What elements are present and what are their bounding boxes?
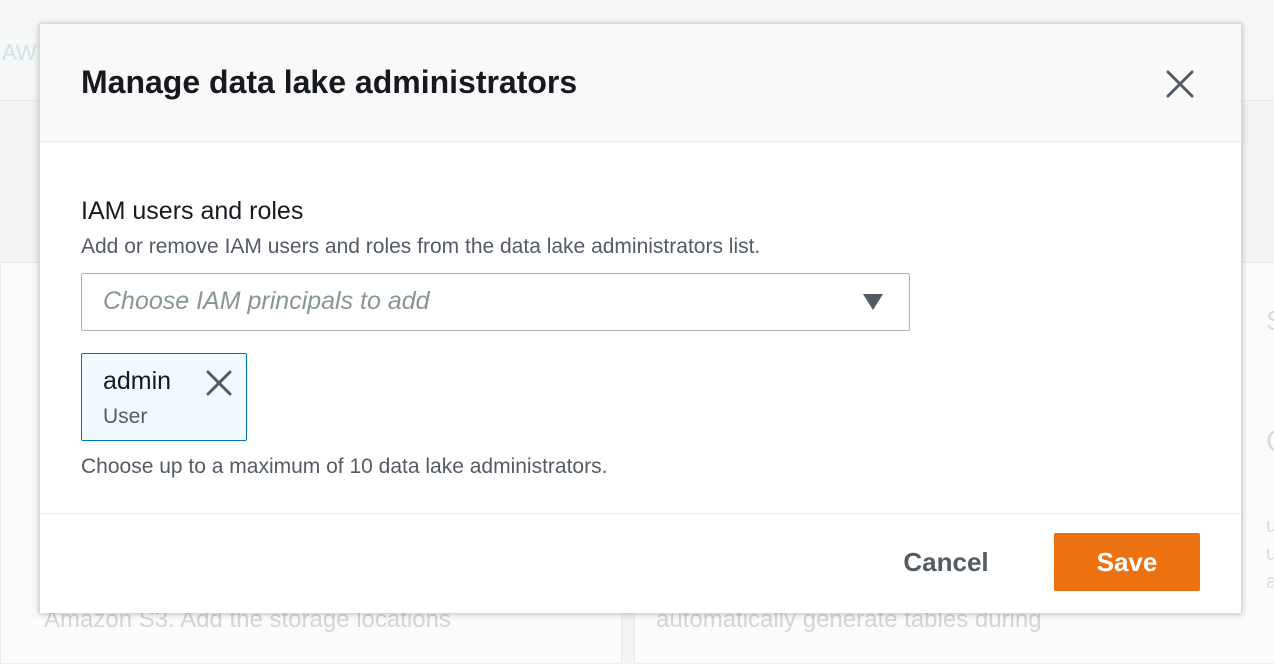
iam-principals-select[interactable]: Choose IAM principals to add bbox=[81, 273, 910, 331]
background-right-title-fragment: C bbox=[1266, 425, 1274, 459]
manage-admins-modal: Manage data lake administrators IAM user… bbox=[39, 23, 1242, 613]
modal-footer: Cancel Save bbox=[40, 513, 1241, 613]
background-right-line: u bbox=[1266, 515, 1274, 537]
select-placeholder: Choose IAM principals to add bbox=[103, 287, 430, 315]
token-type: User bbox=[103, 405, 148, 428]
background-right-heading-fragment: S bbox=[1266, 305, 1274, 337]
modal-title: Manage data lake administrators bbox=[81, 64, 578, 100]
field-description: Add or remove IAM users and roles from t… bbox=[81, 235, 761, 258]
background-right-line: u bbox=[1266, 543, 1274, 565]
modal-header: Manage data lake administrators bbox=[40, 24, 1241, 142]
caret-down-icon bbox=[863, 294, 883, 310]
background-right-text-fragments: u u a bbox=[1266, 512, 1274, 596]
token-name: admin bbox=[103, 367, 172, 395]
field-label: IAM users and roles bbox=[81, 197, 304, 225]
background-header-fragment: AW bbox=[2, 40, 37, 65]
background-right-line: a bbox=[1266, 571, 1274, 593]
selected-principal-token: admin User bbox=[81, 353, 247, 441]
close-icon[interactable] bbox=[1164, 68, 1196, 100]
constraint-text: Choose up to a maximum of 10 data lake a… bbox=[81, 455, 608, 478]
close-icon[interactable] bbox=[206, 370, 232, 396]
save-button[interactable]: Save bbox=[1054, 533, 1200, 591]
cancel-button[interactable]: Cancel bbox=[886, 533, 1006, 591]
